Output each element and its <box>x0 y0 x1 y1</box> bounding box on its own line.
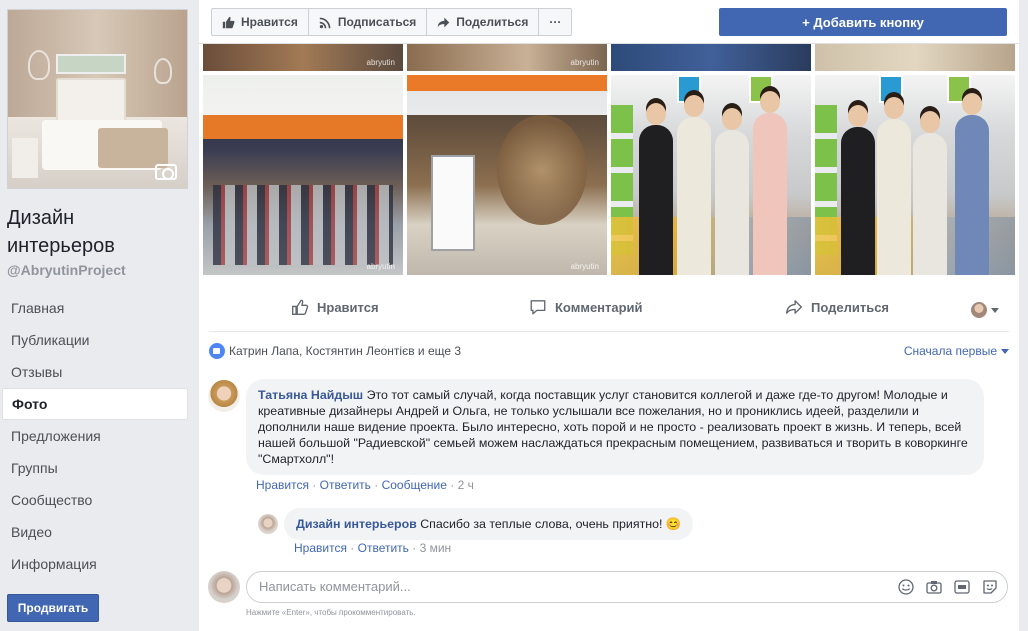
reply-time[interactable]: 3 мин <box>420 541 452 555</box>
camera-icon[interactable] <box>155 164 177 180</box>
chevron-down-icon <box>991 307 999 313</box>
comment-input[interactable] <box>259 579 859 594</box>
share-arrow-icon <box>786 300 802 314</box>
nav-item-posts[interactable]: Публикации <box>2 324 188 356</box>
more-label: ··· <box>549 15 562 29</box>
photo-vitruvian-wall[interactable]: abryutin <box>407 75 607 275</box>
comment-message-link[interactable]: Сообщение <box>382 478 447 492</box>
comment-author[interactable]: Татьяна Найдыш <box>258 388 363 402</box>
page-actions: Нравится Подписаться Поделиться ··· <box>211 8 573 36</box>
reply-reply-link[interactable]: Ответить <box>358 541 409 555</box>
nav-item-photos[interactable]: Фото <box>2 388 188 420</box>
comment-icon <box>530 300 546 315</box>
comment-text: Это тот самый случай, когда поставщик ус… <box>258 388 968 466</box>
photo-strip-4[interactable] <box>815 44 1015 71</box>
nav-item-videos[interactable]: Видео <box>2 516 188 548</box>
page-handle[interactable]: @AbryutinProject <box>7 262 126 278</box>
comment-time[interactable]: 2 ч <box>458 478 474 492</box>
comment-reply-link[interactable]: Ответить <box>320 478 371 492</box>
add-button-button[interactable]: + Добавить кнопку <box>719 8 1007 36</box>
current-user-avatar <box>208 571 240 603</box>
profile-picture[interactable] <box>7 9 188 189</box>
rss-icon <box>319 17 331 28</box>
like-reaction-icon <box>209 343 225 359</box>
nav-item-community[interactable]: Сообщество <box>2 484 188 516</box>
share-page-label: Поделиться <box>456 15 529 29</box>
photo-strip-1[interactable]: abryutin <box>203 44 403 71</box>
reply-bubble: Дизайн интерьеров Спасибо за теплые слов… <box>284 508 694 540</box>
chevron-down-icon <box>1001 348 1009 354</box>
photo-strip-2[interactable]: abryutin <box>407 44 607 71</box>
comment-sort-dropdown[interactable]: Сначала первые <box>904 344 1009 358</box>
post-actions: Нравится Комментарий Поделиться <box>209 288 1009 332</box>
sort-label: Сначала первые <box>903 344 997 358</box>
composer-tools <box>897 578 999 596</box>
post-comment-label: Комментарий <box>555 299 643 315</box>
nav-item-reviews[interactable]: Отзывы <box>2 356 188 388</box>
share-page-button[interactable]: Поделиться <box>427 9 540 35</box>
comment-bubble: Татьяна Найдыш Это тот самый случай, ког… <box>246 379 984 475</box>
reply-text: Спасибо за теплые слова, очень приятно! <box>420 517 663 531</box>
reactors-list[interactable]: Катрин Лапа, Костянтин Леонтієв и еще 3 <box>229 344 461 358</box>
camera-icon[interactable] <box>925 578 943 596</box>
like-page-label: Нравится <box>241 15 298 29</box>
photo-strip-3[interactable] <box>611 44 811 71</box>
reply-author-avatar[interactable] <box>258 514 278 534</box>
page-nav: Главная Публикации Отзывы Фото Предложен… <box>2 292 188 580</box>
composer-hint: Нажмите «Enter», чтобы прокомментировать… <box>246 608 416 617</box>
reactions-summary: Катрин Лапа, Костянтин Леонтієв и еще 3 … <box>209 342 1009 360</box>
post-card: abryutin abryutin abryutin abryutin Нрав… <box>199 44 1019 631</box>
emoji-icon[interactable] <box>897 578 915 596</box>
comment-meta: Нравится · Ответить · Сообщение · 2 ч <box>256 478 474 492</box>
page-sidebar: Дизайн интерьеров @AbryutinProject Главн… <box>0 0 196 631</box>
gif-icon[interactable] <box>953 578 971 596</box>
comment-author-avatar[interactable] <box>208 380 240 412</box>
promote-button[interactable]: Продвигать <box>7 594 99 622</box>
post-like-label: Нравится <box>317 299 379 315</box>
reply-like-link[interactable]: Нравится <box>294 541 347 555</box>
photo-coworking-hall[interactable]: abryutin <box>203 75 403 275</box>
nav-item-groups[interactable]: Группы <box>2 452 188 484</box>
avatar <box>971 302 987 318</box>
page-title[interactable]: Дизайн интерьеров <box>7 204 187 260</box>
post-like-button[interactable]: Нравится <box>291 298 379 316</box>
share-arrow-icon <box>438 17 450 27</box>
smile-emoji-icon: 😊 <box>665 517 682 531</box>
more-options-button[interactable]: ··· <box>539 9 571 35</box>
like-page-button[interactable]: Нравится <box>212 9 309 35</box>
follow-label: Подписаться <box>337 15 417 29</box>
comment-composer[interactable] <box>246 571 1008 603</box>
page-action-bar: Нравится Подписаться Поделиться ··· + До… <box>199 0 1019 44</box>
nav-item-home[interactable]: Главная <box>2 292 188 324</box>
sticker-icon[interactable] <box>981 578 999 596</box>
post-comment-button[interactable]: Комментарий <box>529 298 643 316</box>
post-share-button[interactable]: Поделиться <box>785 298 889 316</box>
reply-author[interactable]: Дизайн интерьеров <box>296 517 417 531</box>
comment-like-link[interactable]: Нравится <box>256 478 309 492</box>
post-share-label: Поделиться <box>811 299 890 315</box>
follow-button[interactable]: Подписаться <box>309 9 428 35</box>
photo-team-four[interactable] <box>611 75 811 275</box>
nav-item-offers[interactable]: Предложения <box>2 420 188 452</box>
post-as-selector[interactable] <box>971 302 999 318</box>
thumbs-up-icon <box>222 16 235 28</box>
reply-meta: Нравится · Ответить · 3 мин <box>294 541 452 555</box>
thumbs-up-icon <box>292 299 309 315</box>
nav-item-about[interactable]: Информация <box>2 548 188 580</box>
photo-team-five[interactable] <box>815 75 1015 275</box>
